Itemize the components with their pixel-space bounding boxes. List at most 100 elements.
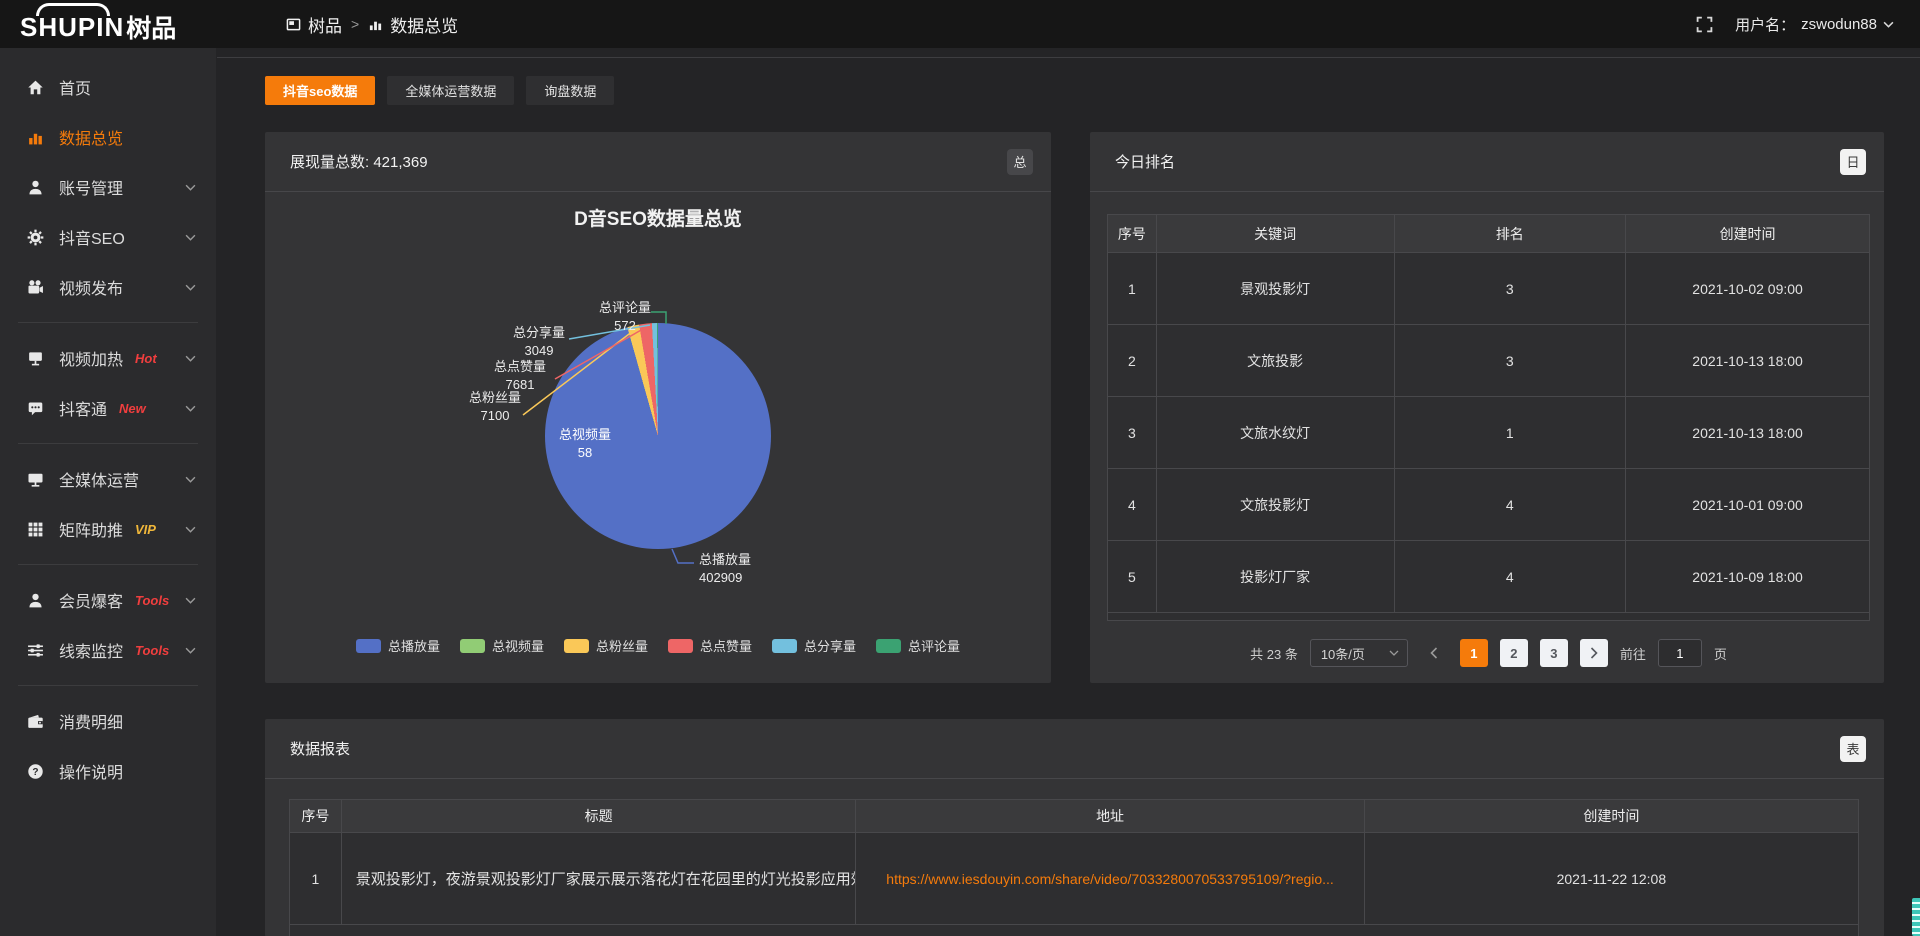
sidebar-item-clue-monitor[interactable]: 线索监控 Tools xyxy=(0,625,216,675)
total-count: 共 23 条 xyxy=(1250,644,1298,663)
chevron-down-icon xyxy=(185,647,196,654)
table-header-row: 序号 关键词 排名 创建时间 xyxy=(1108,215,1870,253)
legend-item-shares[interactable]: 总分享量 xyxy=(772,636,856,655)
sidebar-item-douketong[interactable]: 抖客通 New xyxy=(0,383,216,433)
window-icon xyxy=(286,17,301,32)
legend-swatch xyxy=(876,639,901,653)
video-link[interactable]: https://www.iesdouyin.com/share/video/70… xyxy=(866,871,1353,887)
chart-title: D音SEO数据量总览 xyxy=(265,204,1051,231)
username: zswodun88 xyxy=(1801,16,1877,33)
next-page-button[interactable] xyxy=(1580,639,1608,667)
col-url: 地址 xyxy=(856,800,1364,833)
chevron-down-icon xyxy=(1389,650,1399,656)
user-icon xyxy=(27,179,44,196)
fullscreen-icon[interactable] xyxy=(1696,16,1713,33)
chevron-left-icon xyxy=(1430,647,1438,659)
new-badge: New xyxy=(119,401,146,416)
legend-item-comments[interactable]: 总评论量 xyxy=(876,636,960,655)
day-badge-button[interactable]: 日 xyxy=(1840,149,1866,175)
sidebar-item-account[interactable]: 账号管理 xyxy=(0,162,216,212)
page-button-1[interactable]: 1 xyxy=(1460,639,1488,667)
sidebar-item-media-operation[interactable]: 全媒体运营 xyxy=(0,454,216,504)
table-badge-button[interactable]: 表 xyxy=(1840,736,1866,762)
tools-badge: Tools xyxy=(135,593,169,608)
legend-item-likes[interactable]: 总点赞量 xyxy=(668,636,752,655)
top-bar: SHUPIN 树品 树品 > 数据总览 用户名： zswodun88 xyxy=(0,0,1920,48)
col-index: 序号 xyxy=(1108,215,1157,253)
ranking-table: 序号 关键词 排名 创建时间 1景观投影灯32021-10-02 09:00 2… xyxy=(1107,214,1870,613)
col-keyword: 关键词 xyxy=(1156,215,1394,253)
sidebar-item-douyin-seo[interactable]: 抖音SEO xyxy=(0,212,216,262)
report-title: 数据报表 xyxy=(290,738,350,759)
goto-page-input[interactable] xyxy=(1658,639,1702,667)
sidebar-divider xyxy=(18,564,198,565)
gear-icon xyxy=(27,229,44,246)
col-created: 创建时间 xyxy=(1364,800,1858,833)
chevron-down-icon xyxy=(185,284,196,291)
chevron-down-icon xyxy=(185,355,196,362)
floating-widget[interactable] xyxy=(1912,898,1920,936)
legend-swatch xyxy=(668,639,693,653)
breadcrumb-separator: > xyxy=(351,16,359,32)
chevron-right-icon xyxy=(1590,647,1598,659)
sidebar-divider xyxy=(18,443,198,444)
sidebar-item-video-heat[interactable]: 视频加热 Hot xyxy=(0,333,216,383)
legend-swatch xyxy=(772,639,797,653)
tab-inquiry-data[interactable]: 询盘数据 xyxy=(526,76,614,105)
tab-media-operation-data[interactable]: 全媒体运营数据 xyxy=(387,76,514,105)
sidebar-item-data-overview[interactable]: 数据总览 xyxy=(0,112,216,162)
breadcrumb: 树品 > 数据总览 xyxy=(286,12,458,37)
sidebar-item-home[interactable]: 首页 xyxy=(0,62,216,112)
legend-swatch xyxy=(564,639,589,653)
vip-badge: VIP xyxy=(135,522,156,537)
page-button-2[interactable]: 2 xyxy=(1500,639,1528,667)
prev-page-button[interactable] xyxy=(1420,639,1448,667)
legend-swatch xyxy=(460,639,485,653)
table-row: 3文旅水纹灯12021-10-13 18:00 xyxy=(1108,397,1870,469)
bar-chart-icon xyxy=(368,17,383,32)
goto-label: 前往 xyxy=(1620,644,1646,663)
bar-chart-icon xyxy=(27,129,44,146)
person-icon xyxy=(27,592,44,609)
tab-douyin-seo-data[interactable]: 抖音seo数据 xyxy=(265,76,375,105)
tools-badge: Tools xyxy=(135,643,169,658)
user-menu[interactable]: 用户名： zswodun88 xyxy=(1735,14,1894,35)
total-badge-button[interactable]: 总 xyxy=(1007,149,1033,175)
help-icon: ? xyxy=(27,763,44,780)
pie-label-plays: 总播放量402909 xyxy=(699,551,795,587)
sidebar-divider xyxy=(18,322,198,323)
sidebar-item-video-publish[interactable]: 视频发布 xyxy=(0,262,216,312)
app-logo: SHUPIN 树品 xyxy=(0,0,216,48)
grid-icon xyxy=(27,521,44,538)
table-row: 1景观投影灯32021-10-02 09:00 xyxy=(1108,253,1870,325)
data-tabs: 抖音seo数据 全媒体运营数据 询盘数据 xyxy=(265,76,1884,105)
pie-label-comments: 总评论量572 xyxy=(577,299,673,335)
legend-item-fans[interactable]: 总粉丝量 xyxy=(564,636,648,655)
sidebar-item-member-leads[interactable]: 会员爆客 Tools xyxy=(0,575,216,625)
sidebar: 首页 数据总览 账号管理 抖音SEO 视频发布 视频加热 Hot xyxy=(0,48,216,936)
video-camera-icon xyxy=(27,279,44,296)
chart-legend: 总播放量 总视频量 总粉丝量 总点赞量 总分享量 总评论量 xyxy=(265,636,1051,655)
table-row: 1 景观投影灯，夜游景观投影灯厂家展示展示落花灯在花园里的灯光投影应用效果 # … xyxy=(290,833,1859,925)
page-size-select[interactable]: 10条/页 xyxy=(1310,639,1408,667)
table-row: 5投影灯厂家42021-10-09 18:00 xyxy=(1108,541,1870,613)
monitor-icon xyxy=(27,471,44,488)
user-label: 用户名： xyxy=(1735,14,1795,35)
chevron-down-icon xyxy=(1883,21,1894,28)
chevron-down-icon xyxy=(185,526,196,533)
report-table: 序号 标题 地址 创建时间 1 景观投影灯，夜游景观投影灯厂家展示展示落花灯在花… xyxy=(289,799,1859,925)
page-button-3[interactable]: 3 xyxy=(1540,639,1568,667)
pie-label-shares: 总分享量3049 xyxy=(491,324,587,360)
home-icon xyxy=(27,79,44,96)
breadcrumb-item-home[interactable]: 树品 xyxy=(286,12,342,37)
table-header-row: 序号 标题 地址 创建时间 xyxy=(290,800,1859,833)
hot-badge: Hot xyxy=(135,351,157,366)
sidebar-item-help[interactable]: ? 操作说明 xyxy=(0,746,216,796)
screen-icon xyxy=(27,350,44,367)
sidebar-item-matrix-boost[interactable]: 矩阵助推 VIP xyxy=(0,504,216,554)
breadcrumb-item-current[interactable]: 数据总览 xyxy=(368,12,458,37)
chevron-down-icon xyxy=(185,405,196,412)
legend-item-videos[interactable]: 总视频量 xyxy=(460,636,544,655)
sidebar-item-consumption[interactable]: 消费明细 xyxy=(0,696,216,746)
legend-item-plays[interactable]: 总播放量 xyxy=(356,636,440,655)
